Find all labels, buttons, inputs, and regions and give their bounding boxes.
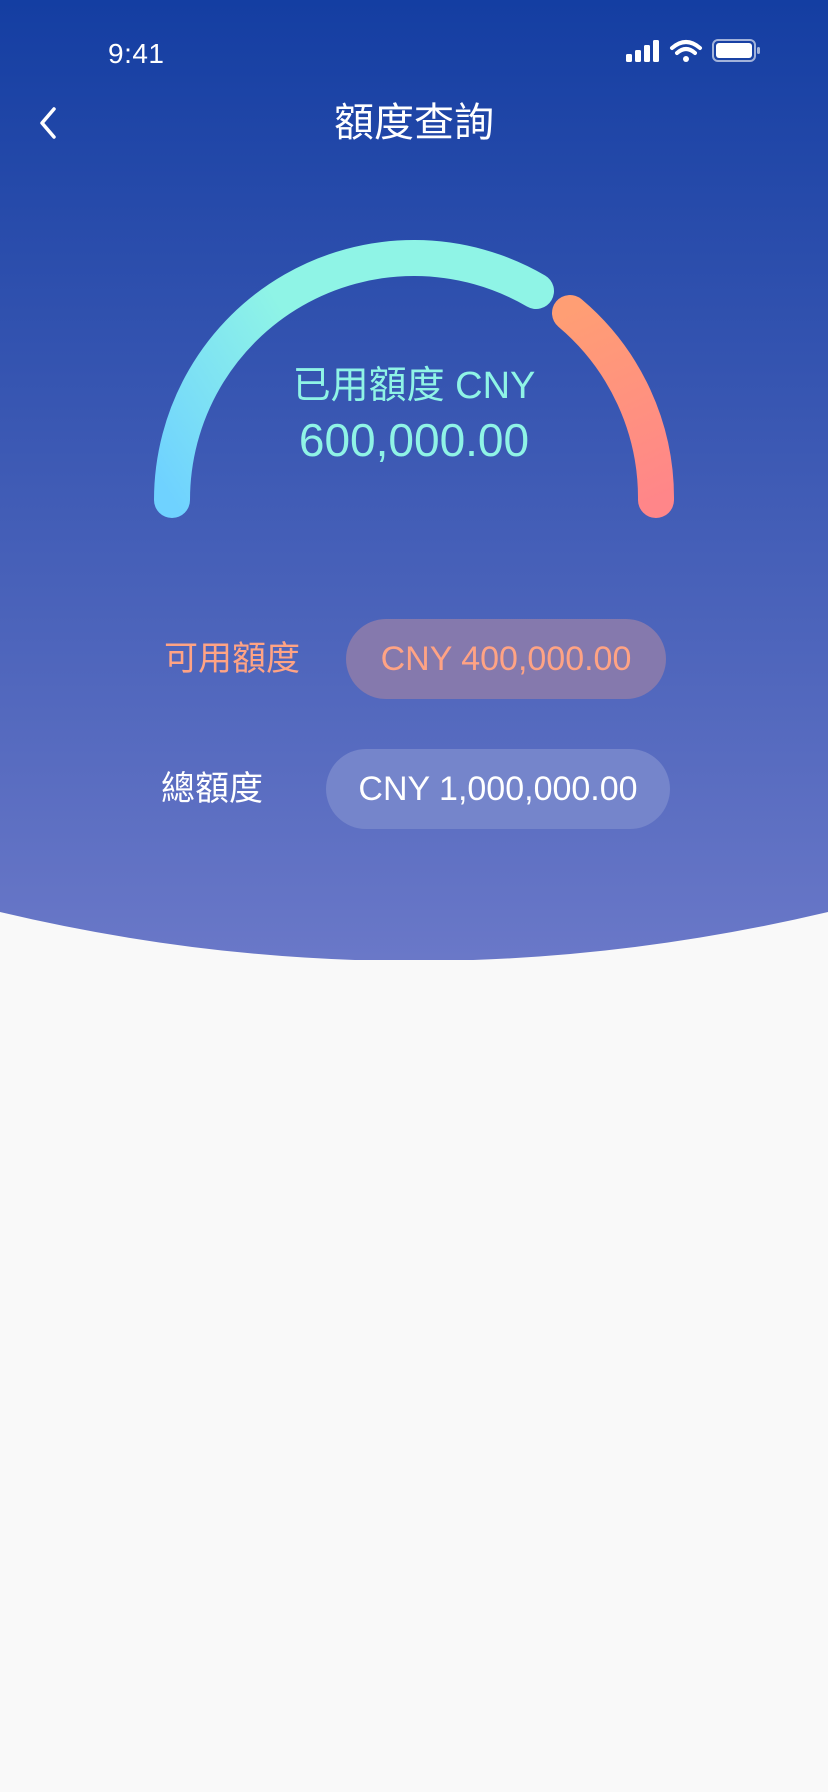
status-time: 9:41	[108, 38, 165, 69]
total-credit-value: CNY 1,000,000.00	[326, 749, 670, 829]
battery-icon	[712, 39, 760, 62]
total-credit-label: 總額度	[161, 770, 263, 808]
available-credit-label: 可用額度	[164, 640, 300, 678]
header-background: 已用額度 CNY 600,000.00 9:41 額度查詢 可用額度 CNY 4…	[0, 0, 828, 960]
wifi-icon	[670, 40, 702, 62]
used-credit-label: 已用額度 CNY	[292, 365, 536, 407]
used-credit-value: 600,000.00	[298, 414, 530, 466]
signal-icon	[626, 40, 659, 62]
available-credit-value: CNY 400,000.00	[346, 619, 666, 699]
page-title: 額度查詢	[334, 101, 494, 145]
available-credit-row: 可用額度 CNY 400,000.00	[0, 619, 828, 699]
navigation-bar: 額度查詢	[0, 90, 828, 158]
total-credit-row: 總額度 CNY 1,000,000.00	[0, 749, 828, 829]
status-icons	[620, 36, 760, 66]
status-bar: 9:41	[0, 0, 828, 100]
